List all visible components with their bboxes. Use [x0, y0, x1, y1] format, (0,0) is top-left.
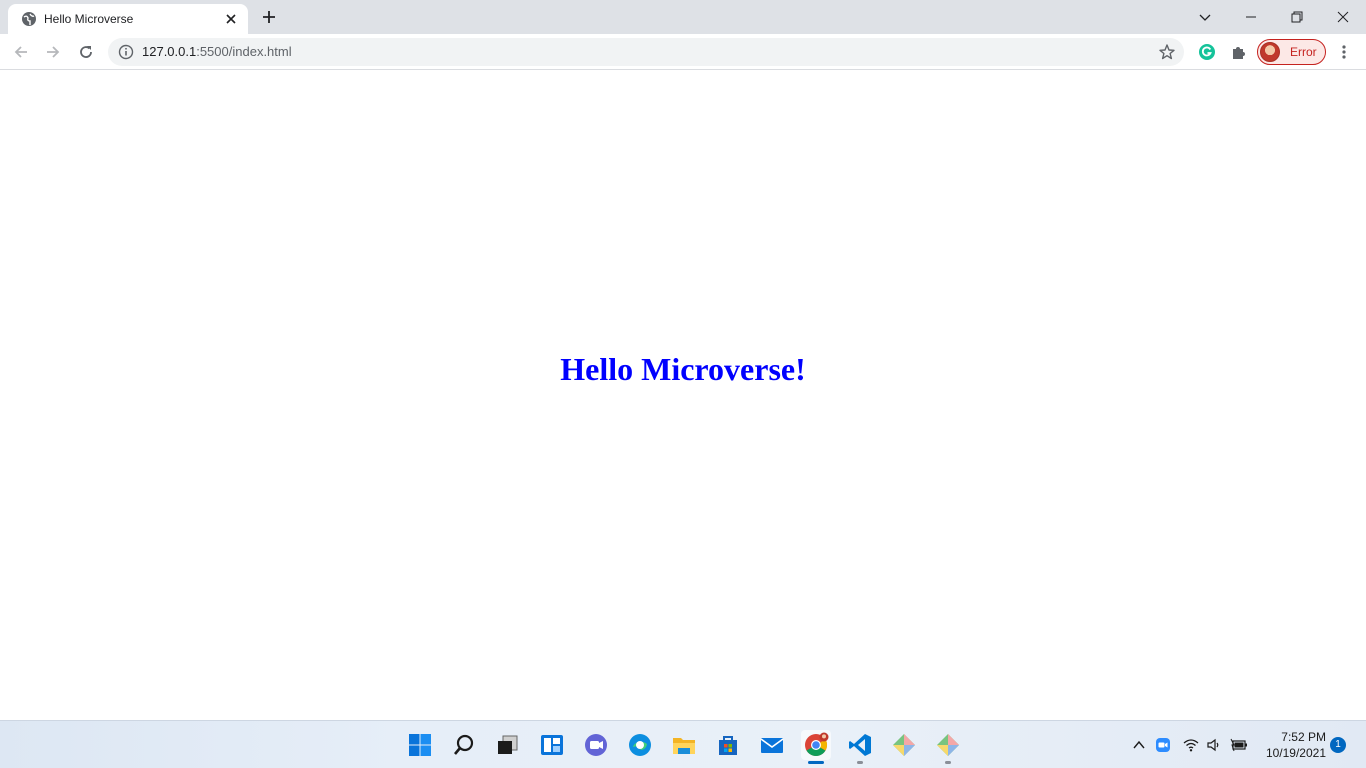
chrome-icon[interactable] — [801, 730, 831, 764]
info-icon[interactable] — [118, 44, 134, 60]
tab-hello-microverse[interactable]: Hello Microverse — [8, 4, 248, 34]
edge-icon[interactable] — [625, 730, 655, 760]
windows-taskbar: 7:52 PM 10/19/2021 1 — [0, 720, 1366, 768]
clock-time: 7:52 PM — [1281, 730, 1326, 744]
tab-title: Hello Microverse — [44, 12, 134, 26]
address-bar[interactable]: 127.0.0.1:5500/index.html — [108, 38, 1184, 66]
profile-button[interactable]: Error — [1257, 39, 1326, 65]
clock-date: 10/19/2021 — [1265, 746, 1326, 760]
store-icon[interactable] — [713, 730, 743, 760]
minimize-icon[interactable] — [1228, 0, 1274, 34]
forward-icon[interactable] — [42, 41, 64, 63]
file-explorer-icon[interactable] — [669, 730, 699, 760]
search-icon[interactable] — [449, 730, 479, 760]
active-app-indicator — [808, 761, 824, 764]
volume-icon[interactable] — [1205, 736, 1223, 754]
puzzle-icon[interactable] — [1229, 42, 1249, 62]
chat-icon[interactable] — [581, 730, 611, 760]
zoom-icon[interactable] — [1154, 736, 1172, 754]
grammarly-icon[interactable] — [1197, 42, 1217, 62]
globe-icon — [21, 11, 37, 27]
kebab-icon[interactable] — [1334, 42, 1354, 62]
chevron-down-icon[interactable] — [1182, 0, 1228, 34]
tab-strip: Hello Microverse — [0, 0, 1366, 34]
address-url[interactable]: 127.0.0.1:5500/index.html — [142, 44, 292, 60]
vscode-icon[interactable] — [845, 730, 875, 764]
plus-icon[interactable] — [259, 7, 279, 27]
url-path: :5500/index.html — [196, 44, 292, 59]
star-icon[interactable] — [1158, 43, 1176, 61]
chevron-up-icon[interactable] — [1130, 736, 1148, 754]
battery-icon[interactable] — [1230, 736, 1248, 754]
git-app-2-icon[interactable] — [933, 730, 963, 764]
git-app-1-icon[interactable] — [889, 730, 919, 760]
open-app-indicator — [857, 761, 863, 764]
open-app-indicator — [945, 761, 951, 764]
close-window-icon[interactable] — [1320, 0, 1366, 34]
restore-icon[interactable] — [1274, 0, 1320, 34]
url-host: 127.0.0.1 — [142, 44, 197, 59]
browser-toolbar: 127.0.0.1:5500/index.html Error — [0, 34, 1366, 70]
page-content: Hello Microverse! — [0, 71, 1366, 720]
notification-badge[interactable]: 1 — [1330, 737, 1346, 753]
close-icon[interactable] — [222, 10, 240, 28]
profile-status-label: Error — [1290, 45, 1317, 59]
back-icon[interactable] — [10, 41, 32, 63]
task-view-icon[interactable] — [493, 730, 523, 760]
widgets-icon[interactable] — [537, 730, 567, 760]
wifi-icon[interactable] — [1182, 736, 1200, 754]
system-clock[interactable]: 7:52 PM 10/19/2021 — [1256, 729, 1326, 761]
mail-icon[interactable] — [757, 730, 787, 760]
avatar — [1260, 42, 1280, 62]
windows-start-icon[interactable] — [405, 730, 435, 760]
page-heading: Hello Microverse! — [560, 351, 806, 387]
reload-icon[interactable] — [75, 41, 97, 63]
